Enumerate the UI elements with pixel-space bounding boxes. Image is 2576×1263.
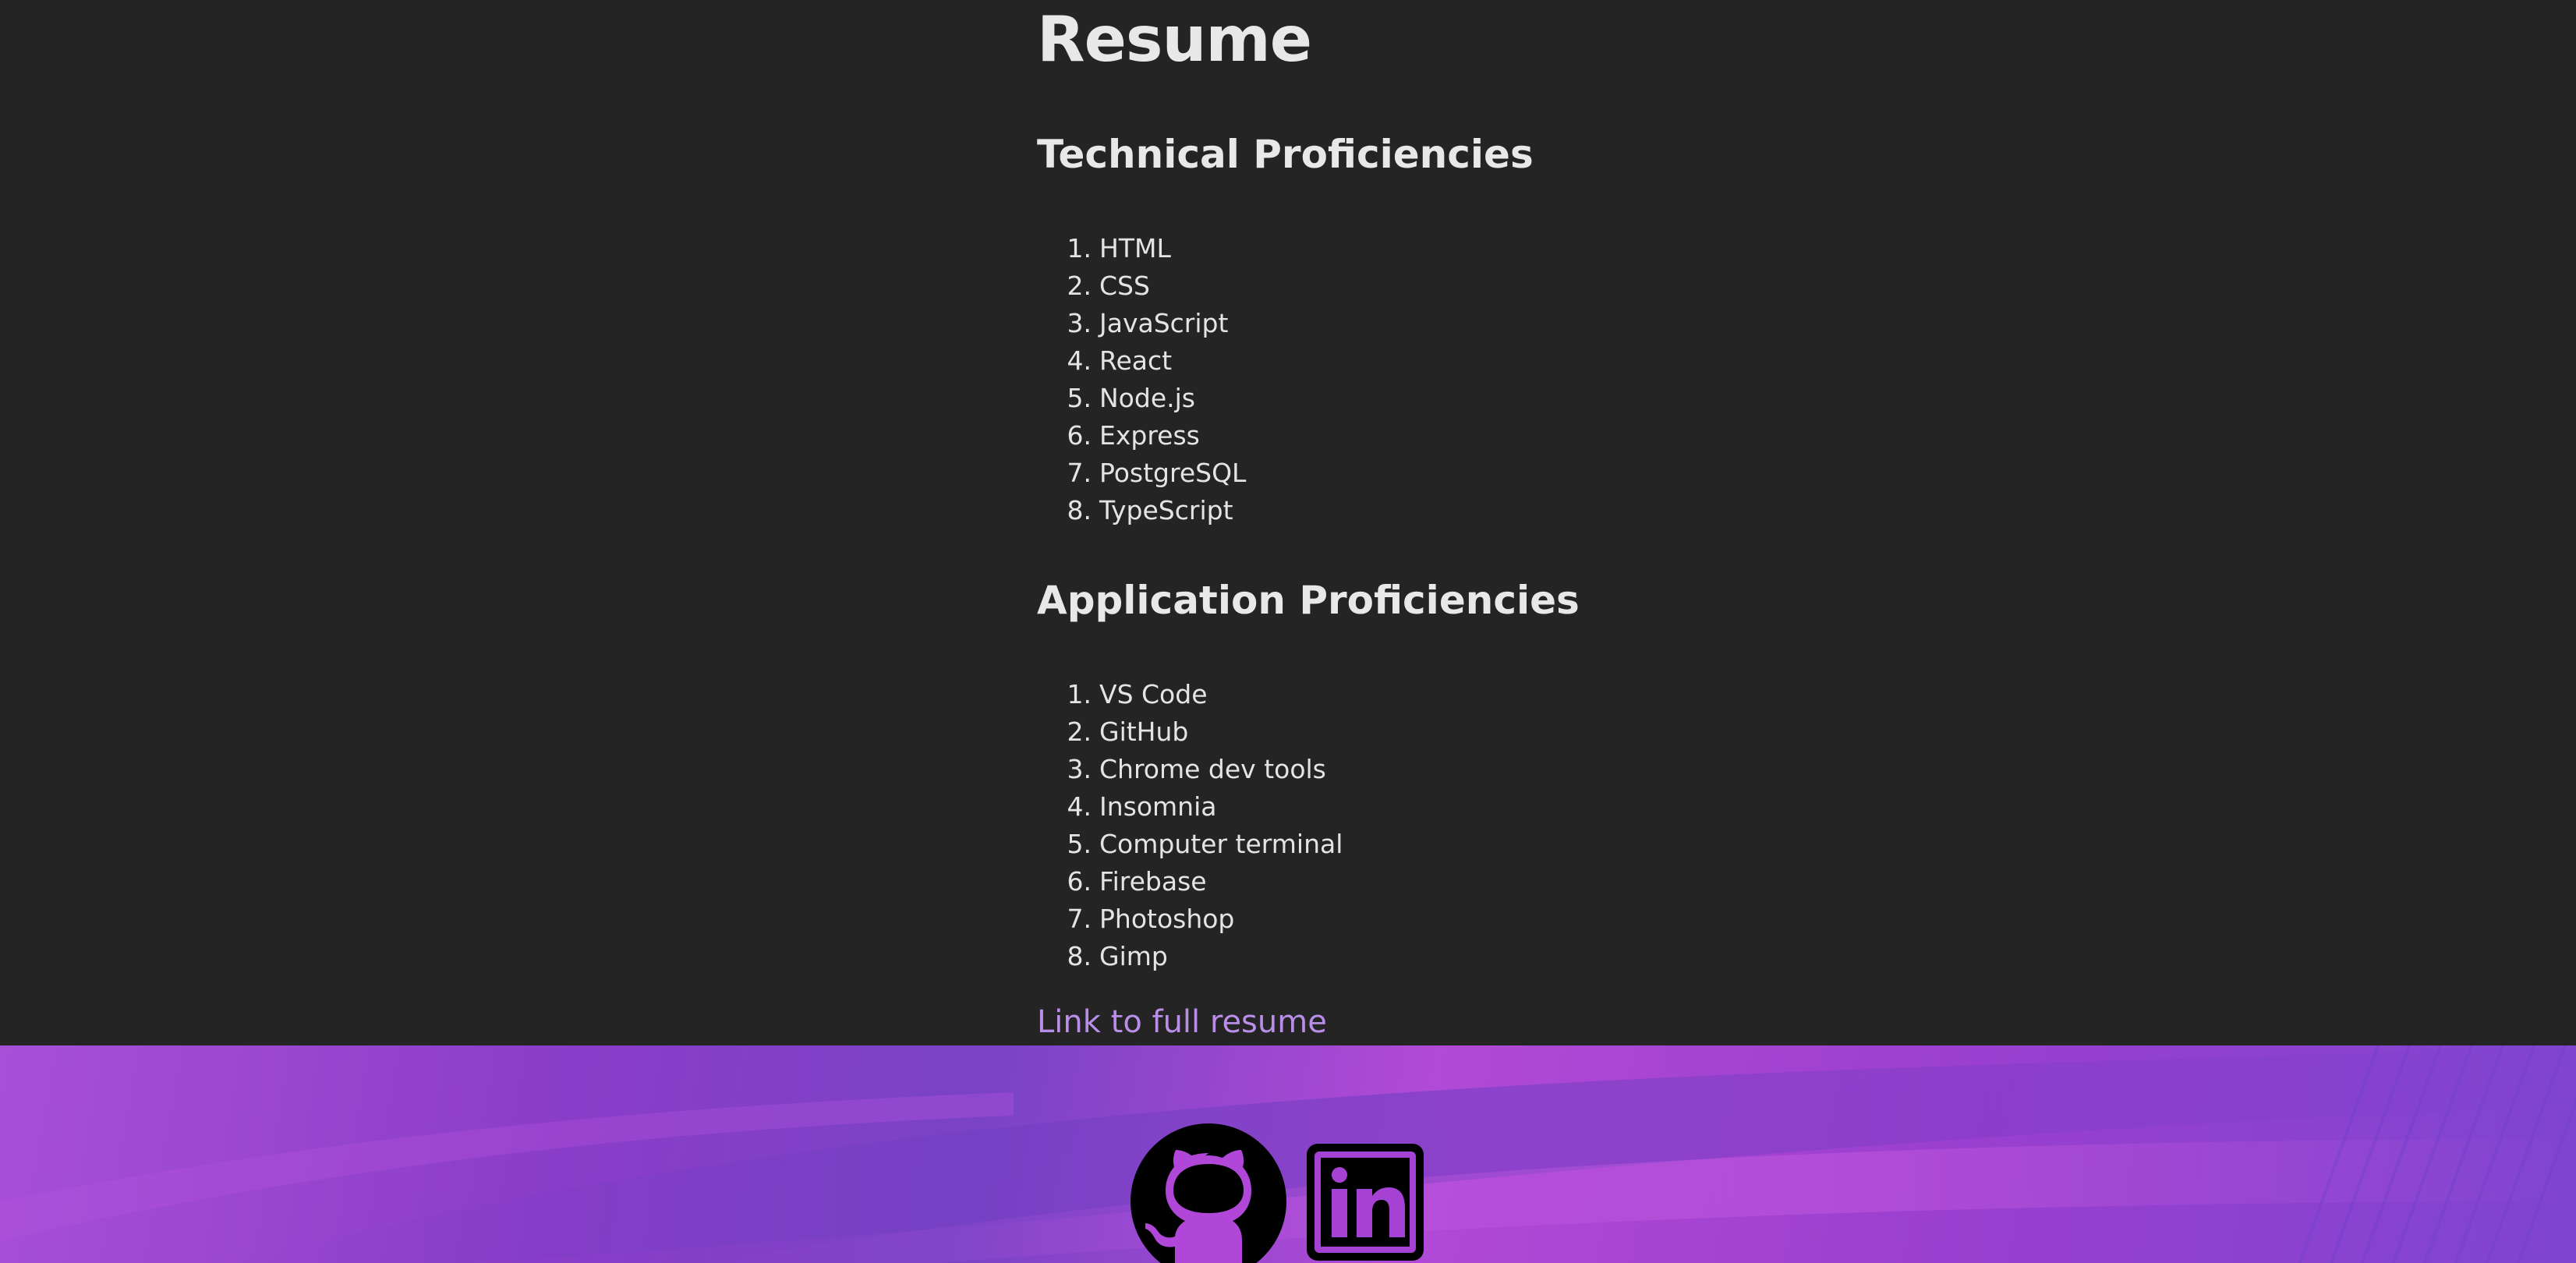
list-item-label: VS Code xyxy=(1099,678,1208,709)
list-item-label: GitHub xyxy=(1099,716,1189,747)
list-item: 2. CSS xyxy=(1067,270,1150,301)
list-item-label: Express xyxy=(1099,419,1200,451)
technical-proficiencies-list: 1. HTML 2. CSS 3. JavaScript 4. React 5. Node… xyxy=(1037,229,1247,529)
list-item-label: Firebase xyxy=(1099,865,1207,897)
list-item: 3. JavaScript xyxy=(1067,307,1229,338)
list-item: 6. Firebase xyxy=(1067,865,1207,897)
list-item-label: Photoshop xyxy=(1099,903,1235,934)
list-item: 7. Photoshop xyxy=(1067,903,1235,934)
list-item: 7. PostgreSQL xyxy=(1067,457,1247,488)
list-item-label: Insomnia xyxy=(1099,791,1217,822)
list-item: 3. Chrome dev tools xyxy=(1067,753,1326,784)
list-item-label: Node.js xyxy=(1099,382,1195,413)
application-proficiencies-list: 1. VS Code 2. GitHub 3. Chrome dev tools 4.… xyxy=(1037,675,1343,975)
list-item-label: Chrome dev tools xyxy=(1099,753,1326,784)
list-item-label: JavaScript xyxy=(1099,307,1229,338)
list-item: 8. TypeScript xyxy=(1067,494,1233,525)
list-item-label: Gimp xyxy=(1099,940,1168,971)
list-item: 5. Computer terminal xyxy=(1067,828,1343,859)
full-resume-link[interactable]: Link to full resume xyxy=(1037,1000,1327,1044)
list-item: 1. VS Code xyxy=(1067,678,1208,709)
list-item-label: React xyxy=(1099,345,1173,376)
list-item: 1. HTML xyxy=(1067,232,1171,264)
application-proficiencies-heading: Application Proficiencies xyxy=(1037,578,1580,623)
github-icon-graphic xyxy=(1131,1123,1286,1263)
list-item: 8. Gimp xyxy=(1067,940,1168,971)
list-item: 2. GitHub xyxy=(1067,716,1189,747)
github-icon[interactable] xyxy=(1131,1123,1286,1263)
list-item-label: PostgreSQL xyxy=(1099,457,1247,488)
list-item: 4. React xyxy=(1067,345,1173,376)
footer-background-swirl xyxy=(0,1045,2576,1263)
page-title: Resume xyxy=(1037,3,1312,76)
linkedin-icon-graphic xyxy=(1307,1144,1424,1261)
technical-proficiencies-heading: Technical Proficiencies xyxy=(1037,132,1534,177)
list-item: 6. Express xyxy=(1067,419,1200,451)
list-item: 4. Insomnia xyxy=(1067,791,1217,822)
page: Resume Technical Proficiencies 1. HTML 2.… xyxy=(0,0,2576,1263)
list-item: 5. Node.js xyxy=(1067,382,1195,413)
footer xyxy=(0,1045,2576,1263)
list-item-label: TypeScript xyxy=(1099,494,1233,525)
list-item-label: CSS xyxy=(1099,270,1150,301)
linkedin-icon[interactable] xyxy=(1307,1144,1424,1261)
list-item-label: HTML xyxy=(1099,232,1171,264)
list-item-label: Computer terminal xyxy=(1099,828,1343,859)
